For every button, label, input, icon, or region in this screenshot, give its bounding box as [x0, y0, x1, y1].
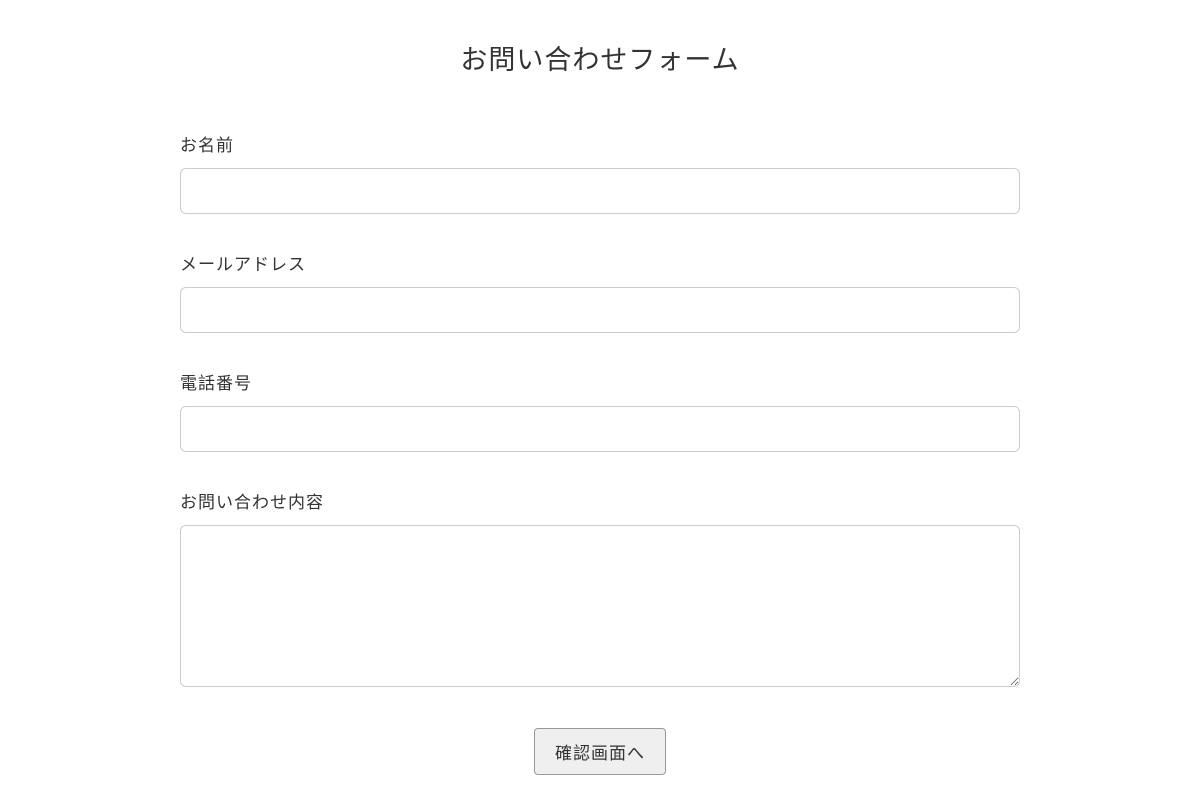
- email-label: メールアドレス: [180, 250, 1020, 275]
- form-group-email: メールアドレス: [180, 250, 1020, 333]
- contact-form-container: お問い合わせフォーム お名前 メールアドレス 電話番号 お問い合わせ内容 確認画…: [180, 0, 1020, 775]
- page-title: お問い合わせフォーム: [180, 38, 1020, 77]
- name-label: お名前: [180, 131, 1020, 156]
- form-group-phone: 電話番号: [180, 369, 1020, 452]
- phone-label: 電話番号: [180, 369, 1020, 394]
- confirm-button[interactable]: 確認画面へ: [534, 728, 666, 775]
- message-textarea[interactable]: [180, 525, 1020, 687]
- phone-input[interactable]: [180, 406, 1020, 452]
- email-input[interactable]: [180, 287, 1020, 333]
- form-group-message: お問い合わせ内容: [180, 488, 1020, 692]
- button-row: 確認画面へ: [180, 728, 1020, 775]
- form-group-name: お名前: [180, 131, 1020, 214]
- name-input[interactable]: [180, 168, 1020, 214]
- message-label: お問い合わせ内容: [180, 488, 1020, 513]
